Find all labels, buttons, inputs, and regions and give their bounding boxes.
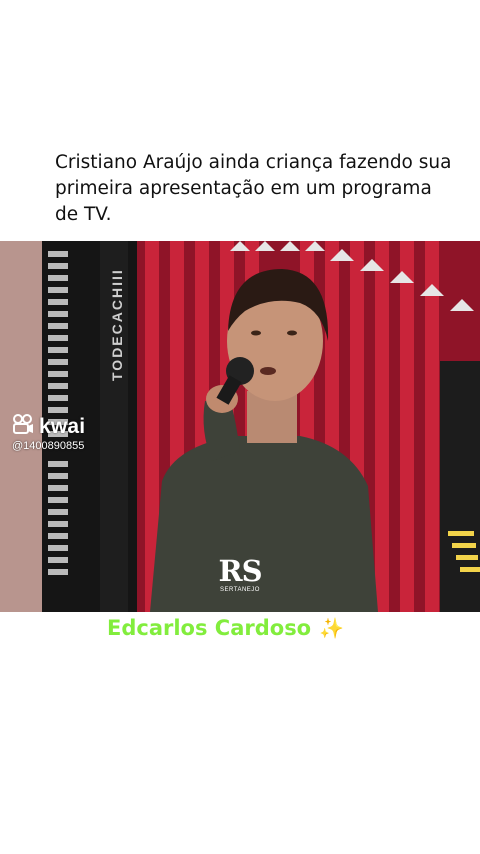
kwai-logo-text: kwai bbox=[39, 414, 86, 438]
backdrop-text: TODECACHIII bbox=[109, 268, 125, 381]
channel-logo-mark: RS bbox=[218, 554, 262, 588]
post-caption: Cristiano Araújo ainda criança fazendo s… bbox=[55, 152, 452, 225]
kwai-logo-icon bbox=[12, 414, 34, 439]
credit-overlay: Edcarlos Cardoso ✨ bbox=[107, 616, 344, 640]
credit-name: Edcarlos Cardoso bbox=[107, 616, 312, 640]
sparkles-icon: ✨ bbox=[319, 616, 345, 640]
kwai-watermark: kwai @1400890855 bbox=[12, 414, 85, 452]
kwai-user-id: @1400890855 bbox=[12, 440, 85, 452]
channel-logo: RS SERTANEJO bbox=[207, 556, 273, 593]
channel-logo-sub: SERTANEJO bbox=[220, 587, 260, 593]
